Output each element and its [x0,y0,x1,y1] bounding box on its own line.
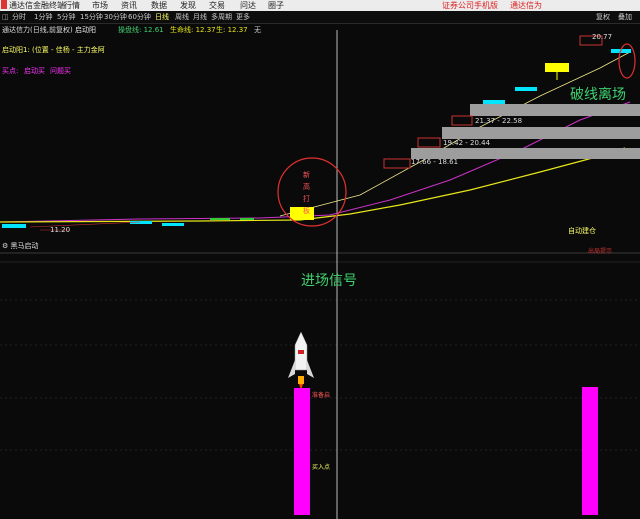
candle [210,218,230,220]
ladder-box [470,104,640,116]
candle [290,207,314,220]
price-label-high: 20.77 [592,33,613,41]
buy-point-label: 买点: [2,67,19,75]
buy-question-label: 问题买 [50,67,71,75]
lower-bars [294,387,598,515]
indicator-extra: 启动阳 [75,26,96,34]
break-exit-annotation: 破线离场 [570,87,626,103]
price-label-box1: 21.37 - 22.58 [475,117,523,125]
settings-icon[interactable]: ⚙ [2,242,8,250]
ladder-boxes [411,104,640,159]
buy-start-label: 启动买 [24,67,45,75]
indicator-line2: 启动阳1: (位置 - 佳杨 - 主力金阿 [2,46,105,54]
entry-signal-annotation: 进场信号 [301,273,357,289]
buy-point-bar-label: 买入点 [312,464,331,471]
indicator-title: 通达信力(日线,前复权) [2,26,73,34]
auto-position-label: 自动建仓 [568,227,596,235]
prepare-label: 准备启 [312,392,331,399]
candle [2,224,26,228]
signal-bar [582,387,598,515]
rocket-icon [288,331,314,390]
candle [515,87,537,91]
lower-panel-title: ⚙ 黑马启动 [2,242,39,250]
signal-bar [294,388,310,515]
ma-value-operate: 操盘线: 12.61 [118,26,164,34]
price-label-box2: 19.42 - 20.44 [443,139,491,147]
ma-value-sheng: 生: 12.37 [216,26,248,34]
price-label-box3: 17.66 - 18.61 [411,158,459,166]
candle [162,223,184,226]
chart-canvas [0,30,640,519]
price-label-low: 11.20 [50,226,71,234]
ma-magenta-line [0,101,631,223]
candles [2,49,631,231]
ladder-box [442,127,640,139]
exit-hint-label: 出局提示 [588,248,613,255]
candle [240,218,254,220]
lower-grid [0,299,640,451]
candle [483,100,505,104]
circle-text: 新 高 打 板 [303,171,310,215]
ma-value-life: 生命线: 12.37 [170,26,216,34]
candle [545,63,569,72]
ma-value-none: 无 [254,26,261,34]
